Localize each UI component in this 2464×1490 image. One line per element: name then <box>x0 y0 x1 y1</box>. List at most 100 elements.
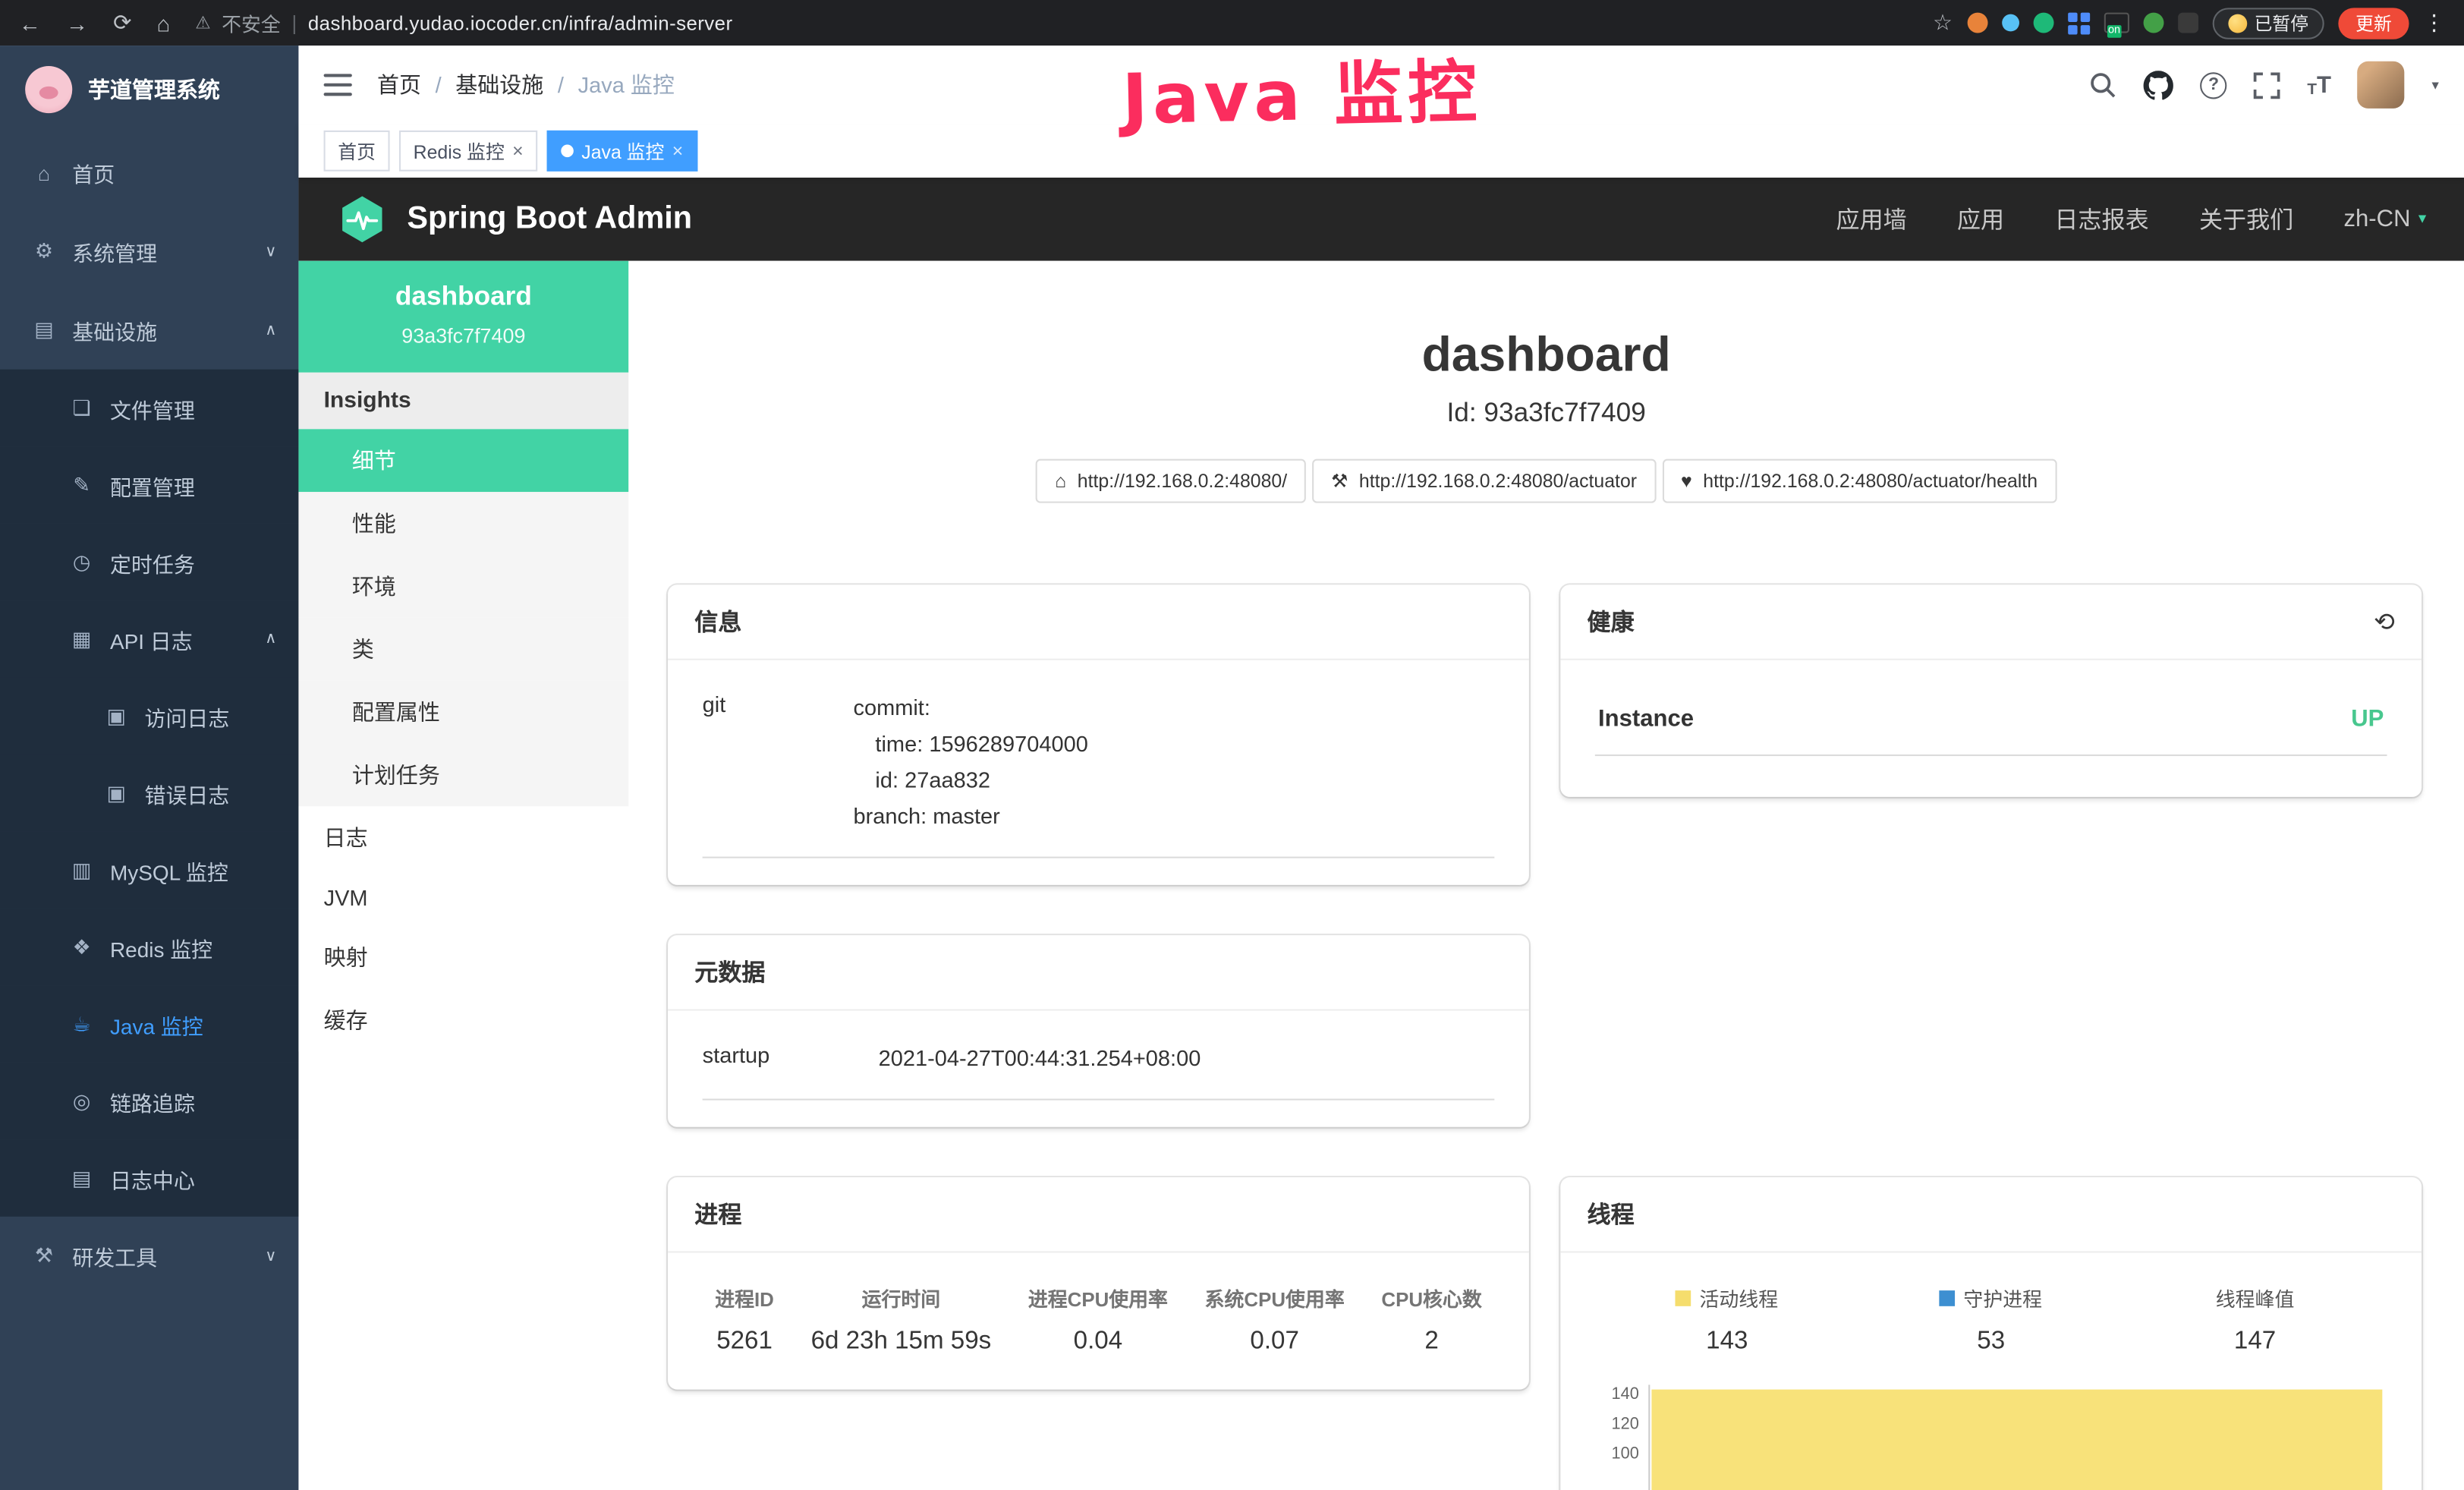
address-bar[interactable]: ⚠ 不安全 | dashboard.yudao.iocoder.cn/infra… <box>195 8 1933 37</box>
tag-label: 首页 <box>338 137 376 164</box>
gear-icon: ⚙ <box>31 239 56 264</box>
sidebar-item-java-monitor[interactable]: ☕ Java 监控 <box>0 985 298 1062</box>
sba-content: dashboard Id: 93a3fc7f7409 ⌂ http://192.… <box>628 261 2464 1490</box>
log-icon: ▤ <box>69 1165 94 1190</box>
redis-icon: ❖ <box>69 934 94 959</box>
sidebar-item-access-logs[interactable]: ▣ 访问日志 <box>0 678 298 754</box>
breadcrumb-infrastructure[interactable]: 基础设施 <box>455 69 543 100</box>
spring-boot-admin-logo[interactable] <box>336 194 388 245</box>
sba-item-config-props[interactable]: 配置属性 <box>298 681 628 744</box>
user-avatar[interactable] <box>2358 61 2405 109</box>
close-icon[interactable]: × <box>672 140 684 162</box>
sidebar-item-label: API 日志 <box>110 623 193 654</box>
address-separator: | <box>291 11 297 34</box>
caret-down-icon[interactable]: ▾ <box>2431 76 2438 93</box>
sba-item-environment[interactable]: 环境 <box>298 555 628 618</box>
sidebar-item-error-logs[interactable]: ▣ 错误日志 <box>0 754 298 831</box>
card-title: 元数据 <box>694 956 765 988</box>
sba-nav-journal[interactable]: 日志报表 <box>2054 203 2148 235</box>
tag-redis-monitor[interactable]: Redis 监控 × <box>399 131 537 172</box>
sidebar-item-dev-tools[interactable]: ⚒ 研发工具 ∨ <box>0 1217 298 1296</box>
extensions-puzzle-icon[interactable] <box>2177 13 2198 33</box>
emoji-face-icon <box>2227 14 2246 33</box>
extension-icon-on[interactable]: on <box>2104 13 2129 33</box>
search-icon[interactable] <box>2088 71 2116 99</box>
sba-brand[interactable]: Spring Boot Admin <box>407 201 692 238</box>
table-row[interactable]: Instance UP <box>1595 687 2387 756</box>
history-icon[interactable]: ⟲ <box>2374 606 2395 637</box>
sba-nav-about[interactable]: 关于我们 <box>2199 203 2293 235</box>
home-icon: ⌂ <box>1055 470 1066 492</box>
breadcrumb-home[interactable]: 首页 <box>377 69 421 100</box>
instance-header[interactable]: dashboard 93a3fc7f7409 <box>298 261 628 373</box>
edit-icon: ✎ <box>69 472 94 497</box>
sidebar-item-scheduled-jobs[interactable]: ◷ 定时任务 <box>0 524 298 600</box>
page-subtitle: Id: 93a3fc7f7409 <box>628 398 2464 429</box>
close-icon[interactable]: × <box>512 140 524 162</box>
browser-home-icon[interactable]: ⌂ <box>157 10 171 35</box>
forward-icon[interactable]: → <box>66 10 88 35</box>
extension-icon-blue-drop[interactable] <box>2001 14 2019 32</box>
back-icon[interactable]: ← <box>19 10 41 35</box>
sba-item-details[interactable]: 细节 <box>298 429 628 492</box>
instance-url-link[interactable]: ⌂ http://192.168.0.2:48080/ <box>1036 459 1306 503</box>
chevron-down-icon: ∨ <box>265 243 276 260</box>
instance-id: 93a3fc7f7409 <box>311 324 616 348</box>
sidebar-item-home[interactable]: ⌂ 首页 <box>0 134 298 213</box>
sidebar-item-label: 定时任务 <box>110 547 195 578</box>
sidebar-item-system[interactable]: ⚙ 系统管理 ∨ <box>0 213 298 291</box>
spring-boot-admin: Spring Boot Admin 应用墙 应用 日志报表 关于我们 zh-CN… <box>298 178 2464 1490</box>
extension-icon-orange[interactable] <box>1967 13 1987 33</box>
fullscreen-icon[interactable] <box>2254 71 2280 98</box>
stat-cpu-cores: CPU核心数 2 <box>1381 1283 1481 1356</box>
sidebar-item-file-management[interactable]: ❏ 文件管理 <box>0 370 298 446</box>
sba-item-logs[interactable]: 日志 <box>298 806 628 869</box>
app-logo[interactable]: 芋道管理系统 <box>0 46 298 134</box>
reload-icon[interactable]: ⟳ <box>113 9 131 36</box>
sidebar-item-api-logs[interactable]: ▦ API 日志 ∧ <box>0 600 298 677</box>
sidebar-item-log-center[interactable]: ▤ 日志中心 <box>0 1139 298 1216</box>
github-icon[interactable] <box>2144 70 2173 99</box>
sba-item-scheduled-tasks[interactable]: 计划任务 <box>298 743 628 806</box>
browser-menu-icon[interactable]: ⋮ <box>2423 9 2445 36</box>
extension-icon-grid[interactable] <box>2067 12 2089 34</box>
url-text: dashboard.yudao.iocoder.cn/infra/admin-s… <box>308 12 733 34</box>
breadcrumb-separator: / <box>558 72 564 97</box>
collapse-sidebar-button[interactable] <box>324 74 352 96</box>
sidebar-item-config-management[interactable]: ✎ 配置管理 <box>0 446 298 523</box>
actuator-url-link[interactable]: ⚒ http://192.168.0.2:48080/actuator <box>1312 459 1656 503</box>
sba-nav-applications[interactable]: 应用 <box>1957 203 2004 235</box>
font-size-icon[interactable]: TT <box>2307 71 2331 98</box>
sba-item-mappings[interactable]: 映射 <box>298 926 628 989</box>
sidebar-item-label: 链路追踪 <box>110 1085 195 1117</box>
sidebar-item-label: 访问日志 <box>145 701 230 732</box>
tag-home[interactable]: 首页 <box>324 131 390 172</box>
extension-icon-leaf[interactable] <box>2143 13 2163 33</box>
metadata-card: 元数据 startup 2021-04-27T00:44:31.254+08:0… <box>668 935 1529 1127</box>
legend-swatch-yellow <box>1676 1290 1691 1306</box>
app-title: 芋道管理系统 <box>88 74 220 105</box>
sba-locale-select[interactable]: zh-CN ▾ <box>2344 206 2427 232</box>
paused-pill[interactable]: 已暂停 <box>2212 7 2324 38</box>
help-icon[interactable]: ? <box>2201 71 2227 98</box>
sba-nav-wallboard[interactable]: 应用墙 <box>1836 203 1907 235</box>
sidebar-item-redis-monitor[interactable]: ❖ Redis 监控 <box>0 909 298 985</box>
sidebar-item-tracing[interactable]: ◎ 链路追踪 <box>0 1063 298 1139</box>
update-button[interactable]: 更新 <box>2338 7 2409 38</box>
health-url-link[interactable]: ♥ http://192.168.0.2:48080/actuator/heal… <box>1662 459 2056 503</box>
sidebar-item-label: Redis 监控 <box>110 931 212 962</box>
sidebar-item-label: 文件管理 <box>110 392 195 424</box>
sba-item-caches[interactable]: 缓存 <box>298 989 628 1052</box>
sidebar-item-infrastructure[interactable]: ▤ 基础设施 ∧ <box>0 291 298 370</box>
tag-java-monitor[interactable]: Java 监控 × <box>547 131 697 172</box>
chevron-up-icon: ∧ <box>265 321 276 339</box>
bookmark-star-icon[interactable]: ☆ <box>1933 9 1953 36</box>
sidebar-item-mysql-monitor[interactable]: ▥ MySQL 监控 <box>0 831 298 908</box>
sba-item-classes[interactable]: 类 <box>298 618 628 681</box>
link-text: http://192.168.0.2:48080/actuator/health <box>1703 470 2038 492</box>
sba-item-performance[interactable]: 性能 <box>298 492 628 555</box>
sba-item-jvm[interactable]: JVM <box>298 869 628 926</box>
stat-uptime: 运行时间 6d 23h 15m 59s <box>811 1283 992 1356</box>
breadcrumb: 首页 / 基础设施 / Java 监控 <box>377 69 675 100</box>
extension-icon-green[interactable] <box>2033 13 2053 33</box>
